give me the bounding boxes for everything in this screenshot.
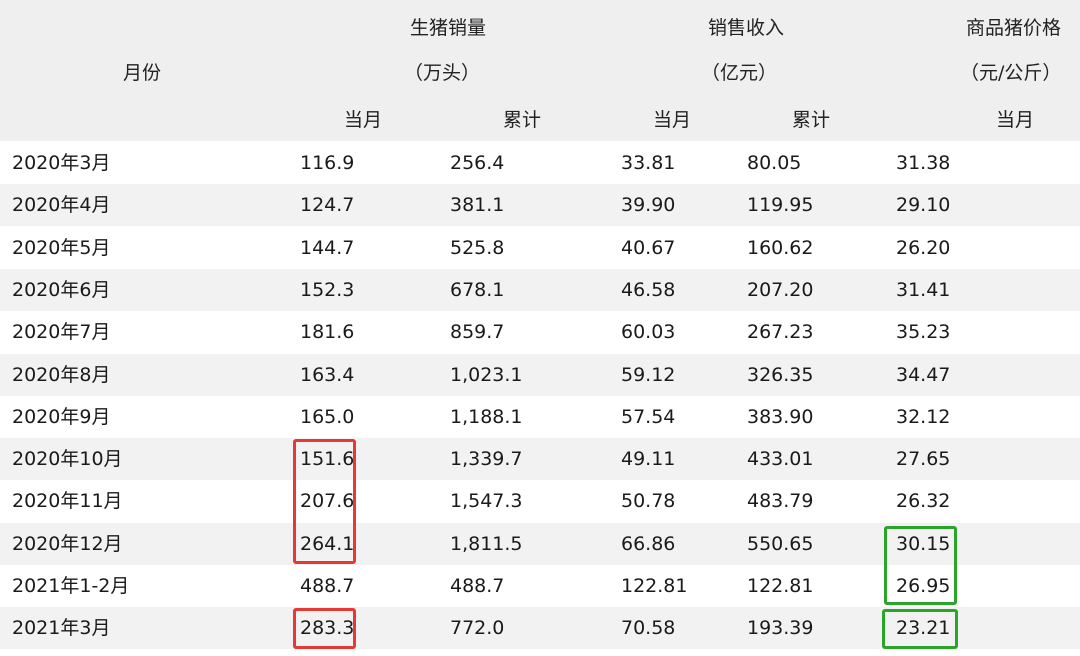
- cell-revenue-current: 49.11: [621, 448, 676, 471]
- cell-price-current: 26.20: [896, 236, 951, 259]
- cell-revenue-cumulative: 122.81: [747, 575, 814, 597]
- cell-sales-current: 163.4: [300, 363, 355, 386]
- table-header: 月份 生猪销量 （万头） 当月 累计 销售收入 （亿元） 当月 累计 商品猪价格…: [0, 0, 1080, 141]
- cell-revenue-current: 59.12: [621, 363, 676, 386]
- cell-price-current: 32.12: [896, 405, 951, 428]
- cell-revenue-cumulative: 160.62: [747, 236, 814, 259]
- red-highlight-box-sales-march: [293, 608, 356, 649]
- header-sales-title: 生猪销量: [410, 17, 487, 39]
- cell-revenue-cumulative: 193.39: [747, 617, 814, 640]
- table-row: 2020年7月 181.6 859.7 60.03 267.23 35.23: [0, 311, 1080, 353]
- cell-revenue-cumulative: 483.79: [747, 490, 814, 513]
- cell-month: 2020年7月: [12, 321, 111, 344]
- cell-month: 2020年3月: [12, 152, 111, 174]
- green-highlight-box-price-march: [882, 609, 958, 649]
- cell-revenue-cumulative: 267.23: [747, 321, 814, 344]
- cell-sales-cumulative: 1,023.1: [450, 363, 523, 386]
- table-row: 2020年4月 124.7 381.1 39.90 119.95 29.10: [0, 184, 1080, 227]
- cell-price-current: 29.10: [896, 194, 951, 217]
- header-price-title: 商品猪价格: [966, 17, 1062, 39]
- cell-sales-cumulative: 256.4: [450, 152, 505, 174]
- cell-revenue-current: 122.81: [621, 575, 688, 597]
- table-row: 2020年5月 144.7 525.8 40.67 160.62 26.20: [0, 227, 1080, 269]
- cell-revenue-current: 66.86: [621, 532, 676, 555]
- cell-sales-cumulative: 678.1: [450, 278, 505, 301]
- cell-revenue-cumulative: 207.20: [747, 278, 814, 301]
- header-revenue-cumulative: 累计: [792, 109, 831, 131]
- cell-revenue-cumulative: 550.65: [747, 532, 814, 555]
- cell-month: 2020年12月: [12, 532, 123, 555]
- cell-price-current: 34.47: [896, 363, 951, 386]
- cell-sales-current: 181.6: [300, 321, 355, 344]
- cell-month: 2020年4月: [12, 194, 111, 217]
- table-row: 2020年6月 152.3 678.1 46.58 207.20 31.41: [0, 268, 1080, 311]
- header-revenue-current: 当月: [653, 109, 692, 131]
- cell-sales-cumulative: 1,339.7: [450, 448, 523, 471]
- cell-month: 2020年6月: [12, 278, 111, 301]
- cell-month: 2020年9月: [12, 405, 111, 428]
- cell-revenue-current: 70.58: [621, 617, 676, 640]
- table-row: 2020年3月 116.9 256.4 33.81 80.05 31.38: [0, 142, 1080, 184]
- cell-price-current: 35.23: [896, 321, 951, 344]
- header-price-unit: （元/公斤）: [960, 62, 1062, 84]
- table-row: 2020年11月 207.6 1,547.3 50.78 483.79 26.32: [0, 480, 1080, 522]
- table-row: 2020年9月 165.0 1,188.1 57.54 383.90 32.12: [0, 396, 1080, 438]
- cell-revenue-cumulative: 433.01: [747, 448, 814, 471]
- cell-sales-current: 144.7: [300, 236, 355, 259]
- cell-revenue-cumulative: 119.95: [747, 194, 814, 217]
- cell-sales-cumulative: 772.0: [450, 617, 505, 640]
- cell-revenue-cumulative: 80.05: [747, 152, 802, 174]
- cell-month: 2020年10月: [12, 448, 123, 471]
- header-sales-unit: （万头）: [404, 62, 481, 84]
- cell-sales-cumulative: 1,188.1: [450, 405, 523, 428]
- cell-revenue-current: 57.54: [621, 405, 676, 428]
- red-highlight-box-sales: [293, 439, 356, 564]
- header-revenue-unit: （亿元）: [701, 62, 778, 84]
- cell-month: 2021年1-2月: [12, 575, 130, 597]
- cell-sales-current: 488.7: [300, 575, 355, 597]
- cell-price-current: 27.65: [896, 448, 951, 471]
- cell-sales-current: 152.3: [300, 278, 355, 301]
- cell-revenue-current: 39.90: [621, 194, 676, 217]
- cell-month: 2021年3月: [12, 617, 111, 640]
- cell-revenue-current: 50.78: [621, 490, 676, 513]
- table-row: 2020年10月 151.6 1,339.7 49.11 433.01 27.65: [0, 438, 1080, 481]
- cell-sales-cumulative: 525.8: [450, 236, 505, 259]
- header-price-current: 当月: [996, 109, 1035, 131]
- cell-sales-current: 124.7: [300, 194, 355, 217]
- cell-revenue-current: 60.03: [621, 321, 676, 344]
- cell-sales-current: 116.9: [300, 152, 355, 174]
- header-month: 月份: [123, 62, 162, 84]
- header-sales-cumulative: 累计: [503, 109, 542, 131]
- table-row: 2020年8月 163.4 1,023.1 59.12 326.35 34.47: [0, 353, 1080, 396]
- cell-sales-cumulative: 859.7: [450, 321, 505, 344]
- cell-sales-cumulative: 488.7: [450, 575, 505, 597]
- cell-sales-cumulative: 1,811.5: [450, 532, 523, 555]
- cell-price-current: 26.32: [896, 490, 951, 513]
- cell-month: 2020年5月: [12, 236, 111, 259]
- cell-revenue-current: 40.67: [621, 236, 676, 259]
- cell-month: 2020年11月: [12, 490, 123, 513]
- cell-price-current: 31.41: [896, 278, 951, 301]
- cell-sales-cumulative: 381.1: [450, 194, 505, 217]
- cell-sales-cumulative: 1,547.3: [450, 490, 523, 513]
- cell-revenue-cumulative: 383.90: [747, 405, 814, 428]
- header-revenue-title: 销售收入: [708, 17, 785, 39]
- cell-price-current: 31.38: [896, 152, 951, 174]
- cell-revenue-current: 33.81: [621, 152, 676, 174]
- header-sales-current: 当月: [344, 109, 383, 131]
- cell-revenue-current: 46.58: [621, 278, 676, 301]
- green-highlight-box-price: [884, 526, 957, 605]
- cell-month: 2020年8月: [12, 363, 111, 386]
- cell-sales-current: 165.0: [300, 405, 355, 428]
- cell-revenue-cumulative: 326.35: [747, 363, 814, 386]
